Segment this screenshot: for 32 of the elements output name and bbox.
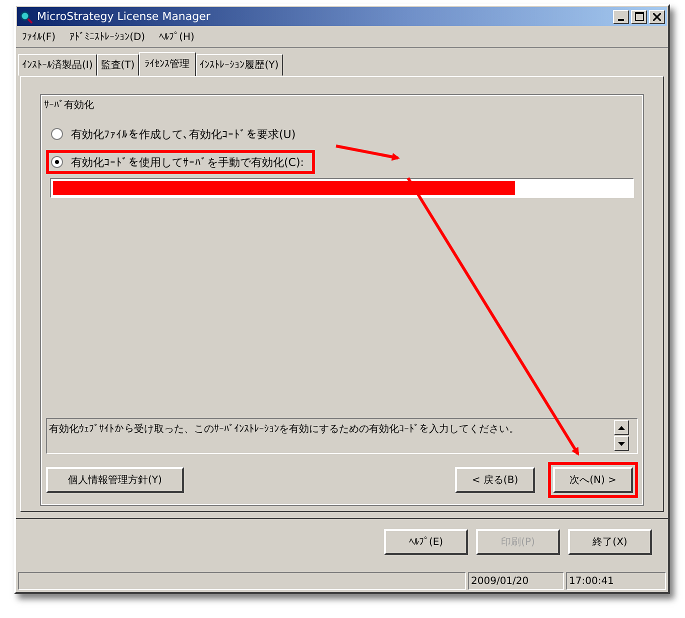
scroll-down-button[interactable]: [614, 436, 629, 451]
scroll-up-button[interactable]: [614, 420, 629, 435]
privacy-policy-button[interactable]: 個人情報管理方針(Y): [46, 467, 184, 493]
description-text: 有効化ｳｪﾌﾞｻｲﾄから受け取った、このｻｰﾊﾞｲﾝｽﾄﾚｰｼｮﾝを有効にするための有効化ｺｰﾄﾞを入力してください。: [49, 422, 519, 437]
tab[interactable]: 監査(T): [96, 54, 139, 76]
minimize-icon: [618, 18, 624, 20]
tab[interactable]: ﾗｲｾﾝｽ管理: [138, 52, 196, 76]
up-arrow-icon: [618, 426, 625, 430]
maximize-button[interactable]: [631, 10, 647, 24]
close-icon: [653, 12, 661, 20]
annotation-arrow: [336, 144, 400, 161]
down-arrow-icon: [618, 442, 625, 446]
magnifier-icon: [19, 10, 33, 24]
tab[interactable]: ｲﾝｽﾄｰﾙ済製品(I): [18, 54, 97, 76]
menu-item[interactable]: ﾍﾙﾌﾟ(H): [159, 31, 194, 43]
tab[interactable]: ｲﾝｽﾄﾚｰｼｮﾝ履歴(Y): [196, 54, 283, 76]
activation-code-field[interactable]: [50, 178, 634, 198]
menu-item[interactable]: ﾌｧｲﾙ(F): [22, 31, 56, 43]
dialog-button[interactable]: ﾍﾙﾌﾟ(E): [384, 529, 468, 555]
minimize-button[interactable]: [613, 10, 629, 24]
status-text: 17:00:41: [569, 576, 614, 586]
radio-option[interactable]: 有効化ｺｰﾄﾞを使用してｻｰﾊﾞを手動で有効化(C):: [46, 150, 315, 174]
window-title: MicroStrategy License Manager: [37, 10, 212, 23]
menu-item[interactable]: ｱﾄﾞﾐﾆｽﾄﾚｰｼｮﾝ(D): [70, 31, 146, 43]
group-title: ｻｰﾊﾞ有効化: [44, 98, 95, 112]
wizard-nav-button[interactable]: < 戻る(B): [455, 467, 535, 493]
wizard-nav-button[interactable]: 次へ(N) >: [553, 467, 633, 493]
maximize-icon: [634, 12, 644, 21]
close-button[interactable]: [649, 10, 665, 24]
status-text: 2009/01/20: [471, 576, 529, 586]
dialog-button[interactable]: 終了(X): [568, 529, 652, 555]
radio-option[interactable]: 有効化ﾌｧｲﾙを作成して､有効化ｺｰﾄﾞを要求(U): [46, 122, 307, 146]
